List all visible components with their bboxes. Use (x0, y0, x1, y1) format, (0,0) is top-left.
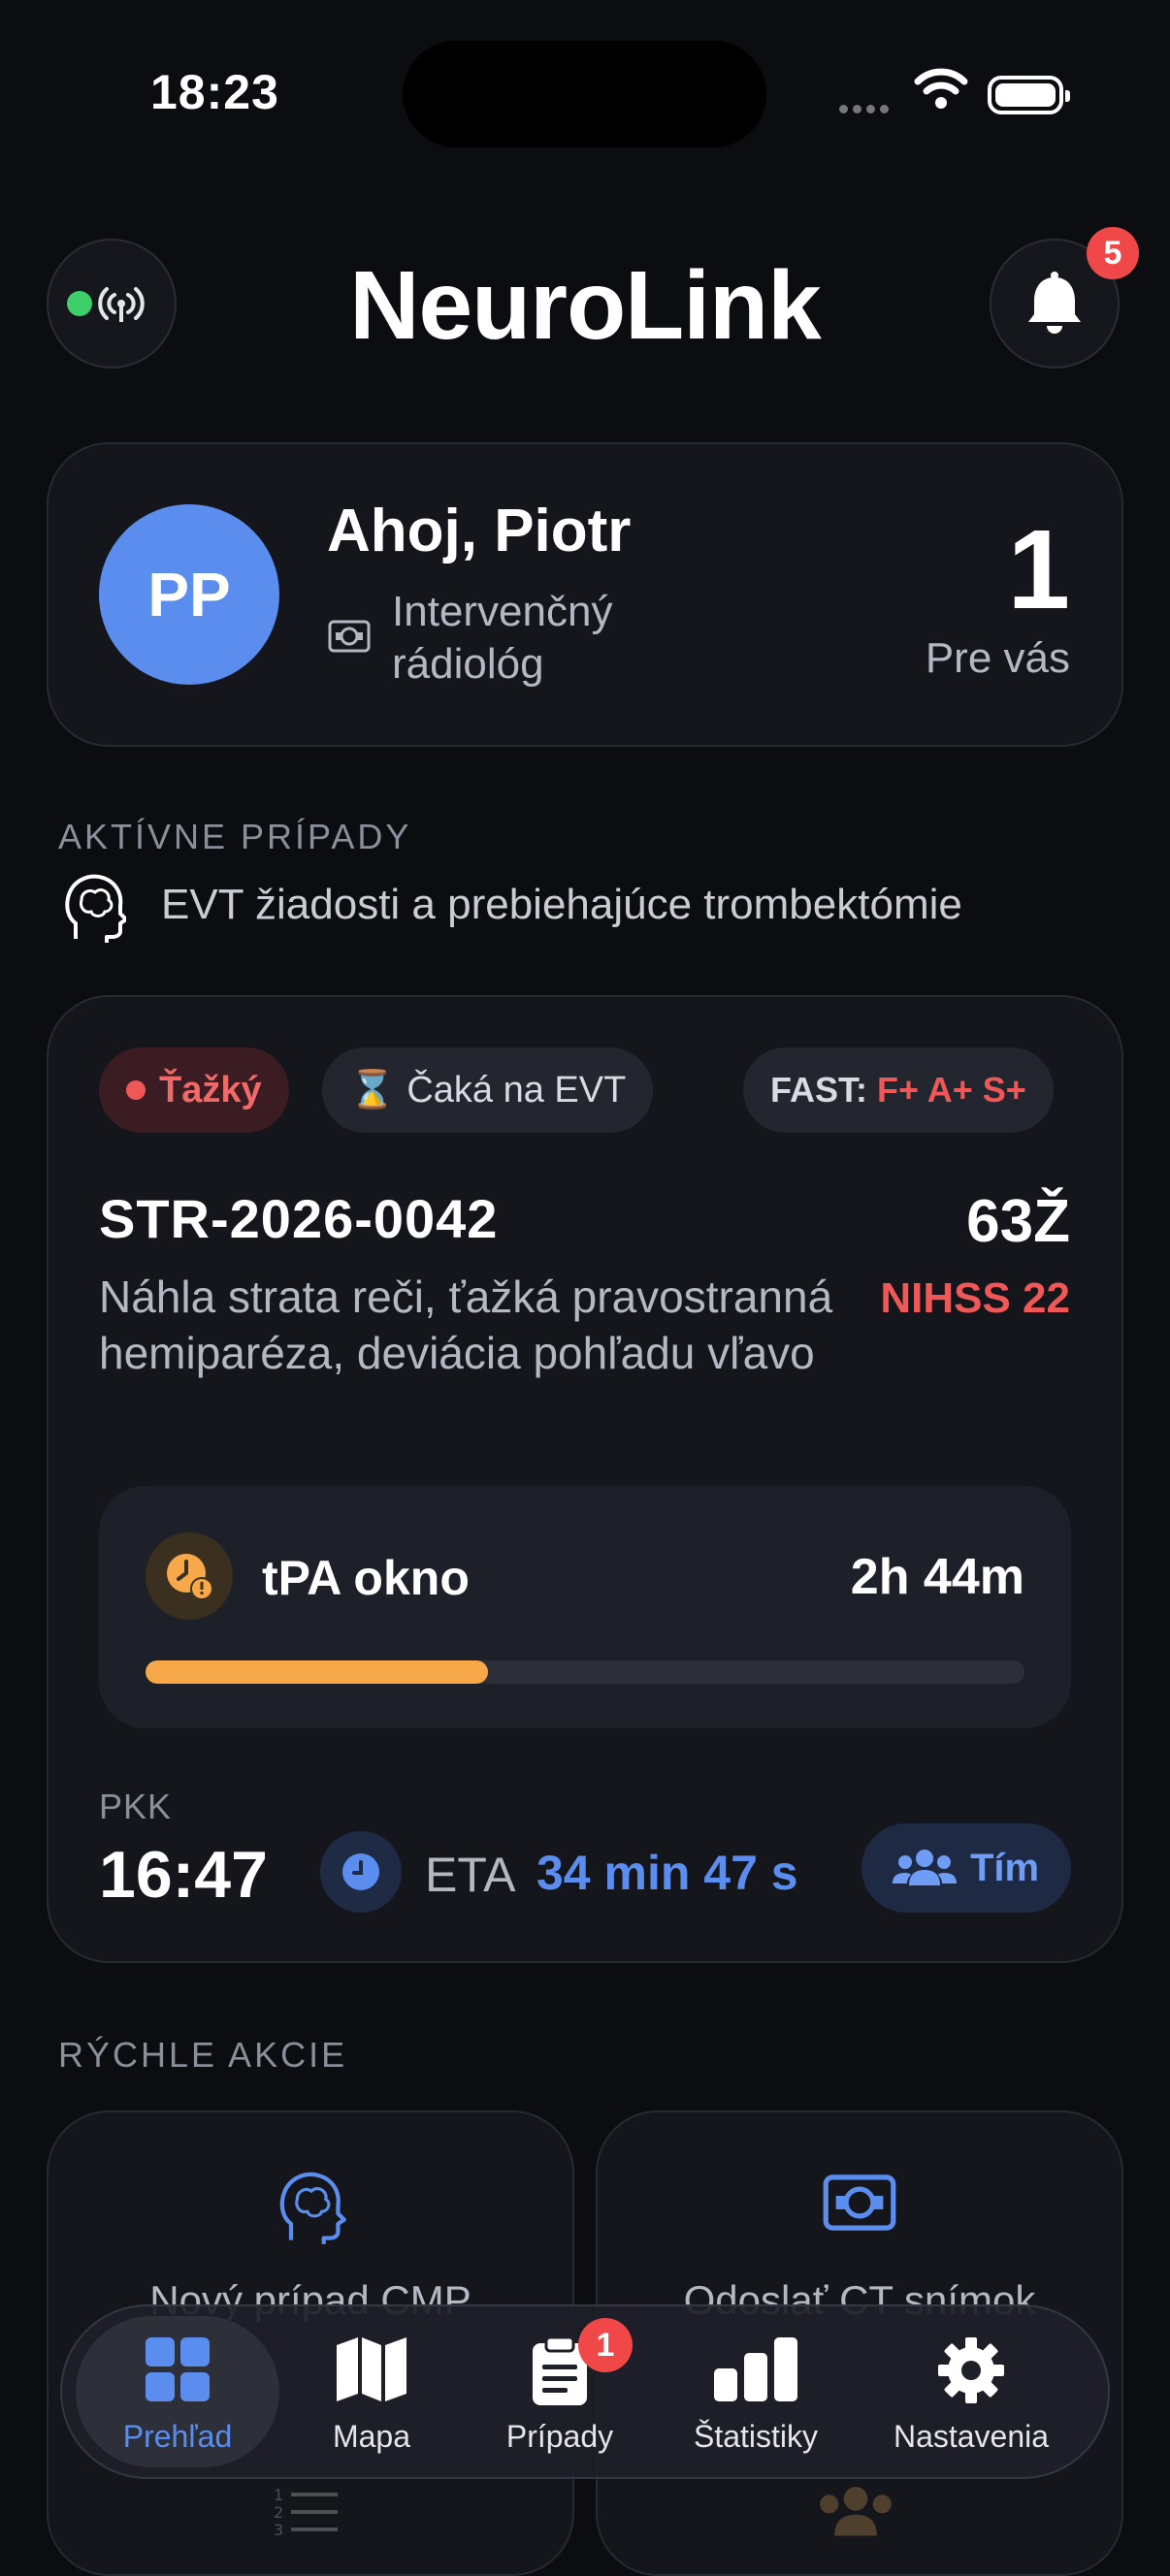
section-label-quick-actions: RÝCHLE AKCIE (58, 2035, 348, 2075)
status-time: 18:23 (150, 65, 279, 119)
eta-label: ETA (425, 1848, 516, 1902)
tab-statistics[interactable]: Štatistiky (654, 2316, 858, 2467)
hourglass-icon: ⌛ (349, 1070, 396, 1111)
assigned-count: 1 (1007, 506, 1070, 632)
tpa-remaining-time: 2h 44m (850, 1549, 1024, 1605)
battery-icon (988, 76, 1070, 114)
cellular-signal-icon (839, 101, 894, 118)
numbered-list-icon: 1 2 3 (274, 2486, 338, 2539)
patient-age-sex: 63Ž (966, 1188, 1070, 1255)
svg-text:3: 3 (274, 2521, 283, 2539)
eta-value: 34 min 47 s (536, 1846, 798, 1900)
tab-label: Prehľad (122, 2419, 233, 2454)
user-role: Intervenčný rádiológ (392, 588, 613, 688)
section-label-active-cases: AKTÍVNE PRÍPADY (58, 817, 412, 856)
active-cases-subtitle: EVT žiadosti a prebiehajúce trombektómie (161, 881, 962, 928)
tpa-progress-fill (146, 1660, 489, 1684)
people-icon (820, 2487, 892, 2536)
pkk-label: PKK (99, 1787, 173, 1826)
case-description: Náhla strata reči, ťažká pravostranná he… (99, 1272, 833, 1378)
ct-scan-icon (823, 2174, 896, 2231)
avatar[interactable]: PP (99, 504, 279, 685)
greeting: Ahoj, Piotr (327, 498, 632, 564)
svg-text:2: 2 (274, 2503, 283, 2522)
notifications-badge: 5 (1087, 227, 1139, 279)
severity-badge: Ťažký (99, 1047, 289, 1133)
tab-label: Prípady (505, 2419, 614, 2454)
ct-scan-icon (328, 620, 371, 653)
wifi-icon (914, 68, 968, 109)
tpa-window-panel (99, 1486, 1071, 1728)
tpa-progress-bar (146, 1660, 1024, 1684)
case-id: STR-2026-0042 (99, 1188, 499, 1249)
fast-score-badge: FAST: F+ A+ S+ (743, 1047, 1054, 1133)
tab-label: Nastavenia (893, 2419, 1050, 2454)
bar-chart-icon (714, 2337, 797, 2401)
tab-label: Mapa (332, 2419, 411, 2454)
tab-settings[interactable]: Nastavenia (869, 2316, 1073, 2467)
tab-map[interactable]: Mapa (270, 2316, 473, 2467)
tab-overview[interactable]: Prehľad (76, 2316, 279, 2467)
cases-badge: 1 (578, 2318, 633, 2372)
map-icon (337, 2337, 406, 2401)
svg-text:1: 1 (274, 2486, 283, 2504)
brain-head-icon (279, 2172, 346, 2244)
gear-icon (938, 2337, 1004, 2403)
people-icon (893, 1850, 957, 1885)
clock-warning-icon (146, 1532, 233, 1620)
brain-head-icon (65, 874, 126, 943)
nihss-score: NIHSS 22 (880, 1274, 1070, 1322)
tpa-window-label: tPA okno (262, 1551, 470, 1605)
clock-icon (320, 1831, 402, 1913)
case-status-badge: ⌛ Čaká na EVT (322, 1047, 654, 1133)
severity-dot-icon (126, 1080, 146, 1100)
case-card[interactable] (47, 995, 1123, 1963)
assigned-count-label: Pre vás (925, 634, 1070, 682)
grid-icon (146, 2337, 210, 2401)
dynamic-island (403, 41, 766, 147)
pkk-time: 16:47 (99, 1838, 268, 1912)
tab-label: Štatistiky (693, 2419, 819, 2454)
